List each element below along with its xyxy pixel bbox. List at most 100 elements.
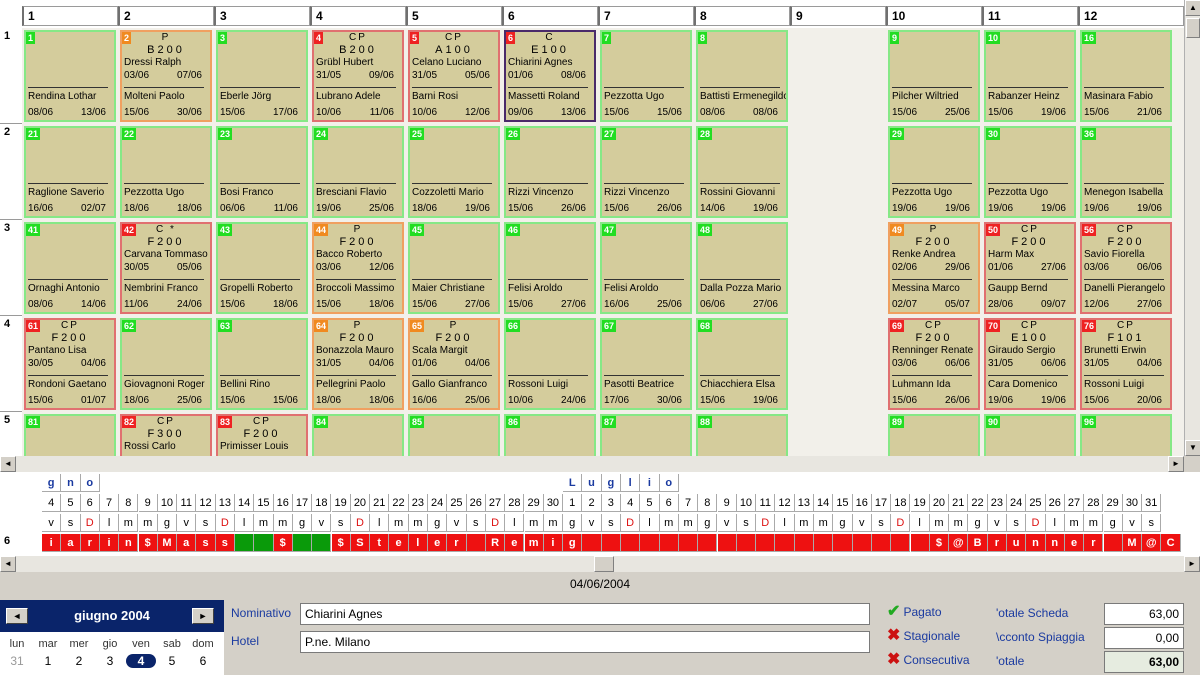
umbrella-cell[interactable]: 70 CP E100 Giraudo Sergio 31/05 06/06 Cara Dom… <box>984 318 1076 410</box>
umbrella-cell[interactable]: 24 Bresciani Flavio 19/06 25/06 <box>312 126 404 218</box>
umbrella-cell[interactable]: 83 CP F200 Primisser Louis <box>216 414 308 456</box>
event-cell[interactable]: e <box>505 534 525 552</box>
event-cell[interactable]: M <box>157 534 178 552</box>
umbrella-cell[interactable]: 1 Rendina Lothar 08/06 13/06 <box>24 30 116 122</box>
calendar-day[interactable]: 3 <box>95 654 125 668</box>
scroll-thumb[interactable] <box>1186 18 1200 38</box>
umbrella-cell[interactable]: 5 CP A100 Celano Luciano 31/05 05/06 Barni Ros… <box>408 30 500 122</box>
acconto-value[interactable]: 0,00 <box>1104 627 1184 649</box>
consecutiva-row[interactable]: ✖ Consecutiva <box>887 649 970 669</box>
event-cell[interactable] <box>254 534 274 552</box>
umbrella-cell[interactable]: 84 <box>312 414 404 456</box>
calendar-day[interactable]: 5 <box>157 654 187 668</box>
event-cell[interactable]: e <box>389 534 409 552</box>
event-cell[interactable]: r <box>987 534 1007 552</box>
event-cell[interactable] <box>621 534 641 552</box>
calendar-day[interactable]: 4 <box>126 654 156 668</box>
event-cell[interactable] <box>312 534 332 552</box>
umbrella-cell[interactable]: 69 CP F200 Renninger Renate 03/06 06/06 Luhman… <box>888 318 980 410</box>
event-cell[interactable]: r <box>1084 534 1104 552</box>
event-cell[interactable] <box>852 534 872 552</box>
umbrella-cell[interactable]: 90 <box>984 414 1076 456</box>
umbrella-cell[interactable]: 30 Pezzotta Ugo 19/06 19/06 <box>984 126 1076 218</box>
event-cell[interactable]: a <box>177 534 197 552</box>
event-cell[interactable]: $ <box>273 534 293 552</box>
timeline-scroll-left-button[interactable]: ◄ <box>0 556 16 572</box>
event-cell[interactable]: B <box>968 534 988 552</box>
event-cell[interactable]: i <box>99 534 120 552</box>
umbrella-cell[interactable]: 62 Giovagnoni Roger 18/06 25/06 <box>120 318 212 410</box>
umbrella-cell[interactable]: 41 Ornaghi Antonio 08/06 14/06 <box>24 222 116 314</box>
event-cell[interactable]: R <box>485 534 506 552</box>
scroll-left-button[interactable]: ◄ <box>0 456 16 472</box>
umbrella-cell[interactable]: 82 CP F300 Rossi Carlo <box>120 414 212 456</box>
event-cell[interactable]: s <box>196 534 216 552</box>
umbrella-cell[interactable]: 76 CP F101 Brunetti Erwin 31/05 04/06 Rossoni … <box>1080 318 1172 410</box>
umbrella-cell[interactable]: 23 Bosi Franco 06/06 11/06 <box>216 126 308 218</box>
scroll-down-button[interactable]: ▼ <box>1185 440 1200 456</box>
event-cell[interactable] <box>698 534 718 552</box>
event-cell[interactable]: t <box>370 534 390 552</box>
event-cell[interactable] <box>891 534 911 552</box>
umbrella-cell[interactable]: 3 Eberle Jörg 15/06 17/06 <box>216 30 308 122</box>
umbrella-cell[interactable]: 67 Pasotti Beatrice 17/06 30/06 <box>600 318 692 410</box>
event-cell[interactable]: n <box>1045 534 1065 552</box>
umbrella-cell[interactable]: 88 <box>696 414 788 456</box>
grid-horizontal-scrollbar[interactable]: ◄ ► <box>0 456 1184 472</box>
umbrella-cell[interactable]: 25 Cozzoletti Mario 18/06 19/06 <box>408 126 500 218</box>
umbrella-cell[interactable]: 47 Felisi Aroldo 16/06 25/06 <box>600 222 692 314</box>
umbrella-cell[interactable]: 26 Rizzi Vincenzo 15/06 26/06 <box>504 126 596 218</box>
umbrella-cell[interactable]: 44 P F200 Bacco Roberto 03/06 12/06 Broccoli M… <box>312 222 404 314</box>
timeline-scroll-right-button[interactable]: ► <box>1184 556 1200 572</box>
umbrella-cell[interactable]: 28 Rossini Giovanni 14/06 19/06 <box>696 126 788 218</box>
event-cell[interactable]: $ <box>331 534 351 552</box>
calendar-day[interactable]: 6 <box>188 654 218 668</box>
event-cell[interactable] <box>717 534 737 552</box>
event-cell[interactable] <box>659 534 679 552</box>
timeline-scroll-thumb[interactable] <box>594 556 614 572</box>
event-cell[interactable]: @ <box>1142 534 1162 552</box>
event-cell[interactable] <box>775 534 795 552</box>
umbrella-cell[interactable]: 56 CP F200 Savio Fiorella 03/06 06/06 Danelli … <box>1080 222 1172 314</box>
event-cell[interactable] <box>582 534 602 552</box>
umbrella-cell[interactable]: 65 P F200 Scala Margit 01/06 04/06 Gallo Gianf… <box>408 318 500 410</box>
event-cell[interactable]: $ <box>138 534 158 552</box>
event-cell[interactable] <box>756 534 776 552</box>
umbrella-cell[interactable]: 42 C * F200 Carvana Tommaso 30/05 05/06 Nembri… <box>120 222 212 314</box>
prev-month-button[interactable]: ◄ <box>6 608 28 624</box>
event-cell[interactable]: m <box>524 534 544 552</box>
umbrella-cell[interactable]: 66 Rossoni Luigi 10/06 24/06 <box>504 318 596 410</box>
calendar-day[interactable]: 1 <box>33 654 63 668</box>
umbrella-cell[interactable]: 85 <box>408 414 500 456</box>
event-cell[interactable]: r <box>80 534 100 552</box>
umbrella-cell[interactable]: 81 <box>24 414 116 456</box>
event-cell[interactable]: n <box>1026 534 1046 552</box>
umbrella-cell[interactable]: 68 Chiacchiera Elsa 15/06 19/06 <box>696 318 788 410</box>
hotel-field[interactable]: P.ne. Milano <box>300 631 870 653</box>
umbrella-cell[interactable]: 86 <box>504 414 596 456</box>
umbrella-cell[interactable]: 8 Battisti Ermenegildo 08/06 08/06 <box>696 30 788 122</box>
event-cell[interactable]: l <box>408 534 428 552</box>
event-cell[interactable] <box>678 534 699 552</box>
scroll-right-button[interactable]: ► <box>1168 456 1184 472</box>
umbrella-cell[interactable]: 49 P F200 Renke Andrea 02/06 29/06 Messina Mar… <box>888 222 980 314</box>
event-cell[interactable]: @ <box>949 534 969 552</box>
event-cell[interactable] <box>814 534 834 552</box>
event-cell[interactable]: i <box>543 534 564 552</box>
event-cell[interactable] <box>910 534 930 552</box>
umbrella-cell[interactable]: 48 Dalla Pozza Mario 06/06 27/06 <box>696 222 788 314</box>
umbrella-cell[interactable]: 61 CP F200 Pantano Lisa 30/05 04/06 Rondoni Ga… <box>24 318 116 410</box>
umbrella-cell[interactable]: 4 CP B200 Grübl Hubert 31/05 09/06 Lubrano Ade… <box>312 30 404 122</box>
umbrella-cell[interactable]: 27 Rizzi Vincenzo 15/06 26/06 <box>600 126 692 218</box>
umbrella-cell[interactable]: 50 CP F200 Harm Max 01/06 27/06 Gaupp Bernd 28/… <box>984 222 1076 314</box>
stagionale-row[interactable]: ✖ Stagionale <box>887 625 960 645</box>
event-cell[interactable] <box>736 534 757 552</box>
calendar-day[interactable]: 2 <box>64 654 94 668</box>
umbrella-cell[interactable]: 10 Rabanzer Heinz 15/06 19/06 <box>984 30 1076 122</box>
umbrella-cell[interactable]: 2 P B200 Dressi Ralph 03/06 07/06 Molteni Paol… <box>120 30 212 122</box>
event-cell[interactable] <box>1103 534 1123 552</box>
event-cell[interactable]: S <box>350 534 371 552</box>
next-month-button[interactable]: ► <box>192 608 214 624</box>
event-cell[interactable]: s <box>215 534 235 552</box>
event-cell[interactable] <box>466 534 486 552</box>
